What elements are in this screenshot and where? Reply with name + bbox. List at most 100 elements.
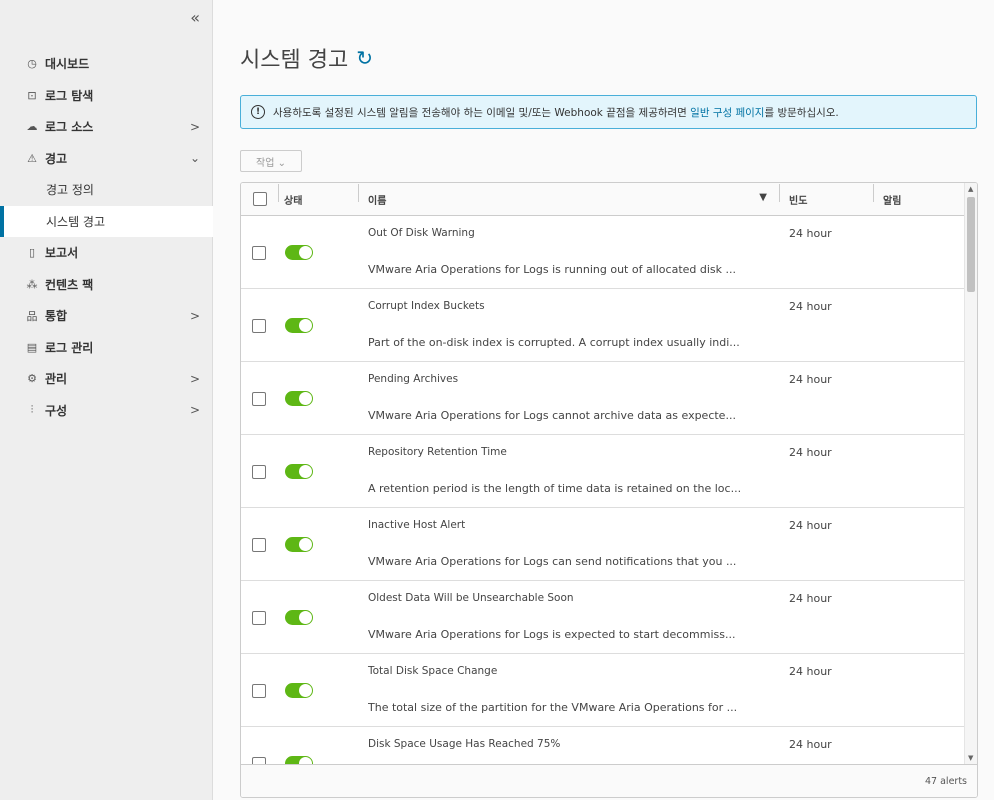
table-row[interactable]: Inactive Host Alert VMware Aria Operation…: [241, 508, 964, 581]
sidebar-item[interactable]: ⚠ 경고 ⌄: [0, 143, 212, 175]
row-checkbox[interactable]: [252, 684, 266, 698]
collapse-sidebar-icon[interactable]: «: [190, 8, 200, 27]
banner-text-after: 를 방문하십시오.: [764, 106, 839, 119]
content-pack-icon: ⁂: [26, 277, 38, 291]
row-checkbox[interactable]: [252, 757, 266, 764]
alert-frequency: 24 hour: [789, 373, 832, 386]
sidebar-item-label: 통합: [45, 309, 68, 324]
enabled-toggle[interactable]: [285, 245, 313, 260]
sidebar-item-label: 대시보드: [45, 57, 90, 72]
alert-frequency: 24 hour: [789, 446, 832, 459]
enabled-toggle[interactable]: [285, 683, 313, 698]
vertical-scrollbar[interactable]: ▲ ▼: [964, 183, 977, 764]
sidebar-item[interactable]: ▤ 로그 관리: [0, 332, 212, 364]
row-checkbox[interactable]: [252, 392, 266, 406]
chevron-right-icon[interactable]: >: [190, 309, 200, 323]
table-row[interactable]: Out Of Disk Warning VMware Aria Operation…: [241, 216, 964, 289]
name-header[interactable]: 이름 ▼: [358, 183, 779, 207]
alert-count: 47 alerts: [925, 775, 967, 787]
row-checkbox[interactable]: [252, 465, 266, 479]
sidebar-item-label: 로그 관리: [45, 340, 94, 355]
alert-description: VMware Aria Operations for Logs is runni…: [368, 263, 737, 276]
alert-name: Disk Space Usage Has Reached 75%: [368, 738, 561, 750]
table-row[interactable]: Total Disk Space Change The total size of…: [241, 654, 964, 727]
sidebar-item-label: 로그 소스: [45, 120, 94, 135]
integration-icon: 品: [26, 309, 38, 323]
chevron-down-icon[interactable]: ⌄: [190, 151, 200, 165]
table-row[interactable]: Corrupt Index Buckets Part of the on-disk…: [241, 289, 964, 362]
sliders-icon: ⫶: [30, 403, 34, 417]
sidebar-nav: ◷ 대시보드 ⊡ 로그 탐색 ☁ 로그 소스 > ⚠ 경고 ⌄ 경고 정의 시스템 경고 ▯ 보고서 ⁂ 컨텐…: [0, 48, 213, 427]
enabled-toggle[interactable]: [285, 610, 313, 625]
table-header: 상태 이름 ▼ 빈도 알림: [241, 183, 977, 216]
alert-header[interactable]: 알림: [873, 183, 977, 207]
scroll-down-icon[interactable]: ▼: [968, 754, 973, 762]
row-checkbox[interactable]: [252, 319, 266, 333]
general-config-link[interactable]: 일반 구성 페이지: [690, 107, 764, 119]
table-row[interactable]: Repository Retention Time A retention per…: [241, 435, 964, 508]
sidebar-item[interactable]: 品 통합 >: [0, 300, 212, 332]
filter-icon[interactable]: ▼: [759, 192, 767, 207]
sidebar-item[interactable]: ⫶ 구성 >: [0, 395, 212, 427]
row-checkbox[interactable]: [252, 538, 266, 552]
report-icon: ▯: [28, 246, 36, 260]
alert-name: Total Disk Space Change: [368, 665, 498, 677]
scrollbar-thumb[interactable]: [967, 197, 975, 292]
row-checkbox[interactable]: [252, 246, 266, 260]
sidebar-item[interactable]: ▯ 보고서: [0, 237, 212, 269]
sidebar-item[interactable]: ⊡ 로그 탐색: [0, 80, 212, 112]
select-all-checkbox[interactable]: [252, 192, 267, 206]
refresh-icon[interactable]: ↻: [356, 46, 373, 70]
info-icon: !: [251, 105, 265, 119]
sidebar-item[interactable]: ⚙ 관리 >: [0, 363, 212, 395]
alert-frequency: 24 hour: [789, 300, 832, 313]
table-body[interactable]: Out Of Disk Warning VMware Aria Operation…: [241, 216, 964, 764]
explore-logs-icon: ⊡: [27, 88, 37, 102]
alert-description: The total size of the partition for the …: [368, 701, 738, 714]
sidebar-item-label: 구성: [45, 403, 68, 418]
alert-name: Pending Archives: [368, 373, 459, 385]
warning-icon: ⚠: [27, 151, 37, 165]
enabled-toggle[interactable]: [285, 464, 313, 479]
enabled-toggle[interactable]: [285, 537, 313, 552]
chevron-right-icon[interactable]: >: [190, 120, 200, 134]
alert-name: Inactive Host Alert: [368, 519, 466, 531]
sidebar-subitem[interactable]: 시스템 경고: [0, 205, 213, 237]
enabled-toggle[interactable]: [285, 318, 313, 333]
alert-description: A retention period is the length of time…: [368, 482, 742, 495]
enabled-toggle[interactable]: [285, 391, 313, 406]
table-row[interactable]: Pending Archives VMware Aria Operations f…: [241, 362, 964, 435]
status-header[interactable]: 상태: [278, 183, 358, 207]
cloud-icon: ☁: [26, 120, 38, 134]
table-row[interactable]: Disk Space Usage Has Reached 75% 24 hour: [241, 727, 964, 764]
gear-icon: ⚙: [27, 372, 37, 386]
alert-description: Part of the on-disk index is corrupted. …: [368, 336, 740, 349]
enabled-toggle[interactable]: [285, 756, 313, 764]
chevron-right-icon[interactable]: >: [190, 372, 200, 386]
sidebar-subitem[interactable]: 경고 정의: [0, 174, 212, 206]
frequency-header[interactable]: 빈도: [779, 183, 873, 207]
alert-name: Oldest Data Will be Unsearchable Soon: [368, 592, 574, 604]
chevron-right-icon[interactable]: >: [190, 403, 200, 417]
info-banner: ! 사용하도록 설정된 시스템 알림을 전송해야 하는 이메일 및/또는 Web…: [240, 95, 977, 129]
sidebar-item-label: 보고서: [45, 246, 79, 261]
page-title: 시스템 경고 ↻: [240, 42, 373, 74]
sidebar-item-label: 관리: [45, 372, 68, 387]
alert-description: VMware Aria Operations for Logs cannot a…: [368, 409, 736, 422]
actions-dropdown[interactable]: 작업 ⌄: [240, 150, 302, 172]
table-footer: 47 alerts: [241, 764, 977, 797]
table-row[interactable]: Oldest Data Will be Unsearchable Soon VMw…: [241, 581, 964, 654]
sidebar-item[interactable]: ◷ 대시보드: [0, 48, 212, 80]
sidebar: « ◷ 대시보드 ⊡ 로그 탐색 ☁ 로그 소스 > ⚠ 경고 ⌄ 경고 정의 시스템 경고 ▯ 보고서 ⁂…: [0, 0, 213, 800]
sidebar-item[interactable]: ☁ 로그 소스 >: [0, 111, 212, 143]
alert-name: Out Of Disk Warning: [368, 227, 475, 239]
banner-text: 사용하도록 설정된 시스템 알림을 전송해야 하는 이메일 및/또는 Webho…: [273, 105, 839, 120]
scroll-up-icon[interactable]: ▲: [968, 185, 973, 193]
alert-name: Corrupt Index Buckets: [368, 300, 485, 312]
banner-text-before: 사용하도록 설정된 시스템 알림을 전송해야 하는 이메일 및/또는 Webho…: [273, 106, 691, 119]
row-checkbox[interactable]: [252, 611, 266, 625]
name-header-label: 이름: [368, 195, 387, 207]
sidebar-item[interactable]: ⁂ 컨텐츠 팩: [0, 269, 212, 301]
alert-description: VMware Aria Operations for Logs is expec…: [368, 628, 736, 641]
alert-description: VMware Aria Operations for Logs can send…: [368, 555, 737, 568]
